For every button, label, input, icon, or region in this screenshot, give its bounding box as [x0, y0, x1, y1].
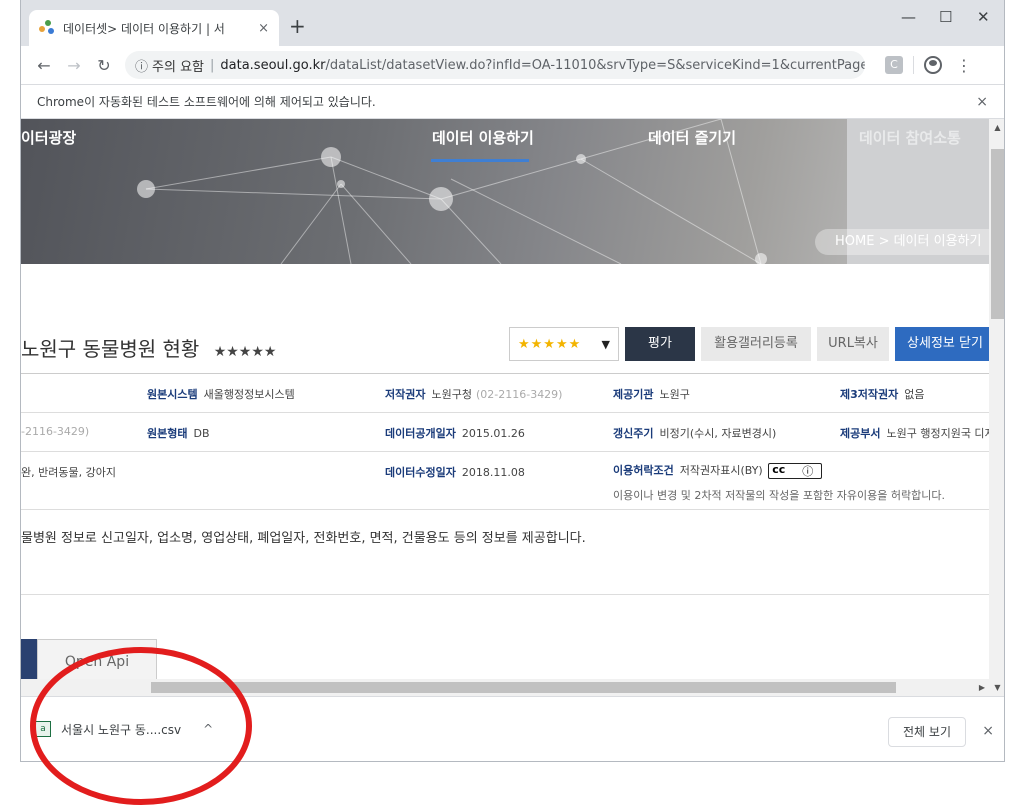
cc-by-license-icon [768, 463, 823, 479]
browser-tab[interactable]: 데이터셋> 데이터 이용하기 | 서 × [29, 10, 279, 46]
rating-select[interactable]: ★★★★★ ▼ [509, 327, 619, 361]
infobar-close-icon[interactable]: × [976, 94, 988, 110]
url-path: /dataList/datasetView.do?infId=OA-11010&… [325, 57, 866, 73]
close-detail-button[interactable]: 상세정보 닫기 [895, 327, 989, 361]
csv-file-icon: a [35, 721, 51, 737]
info-cell-update-cycle: 갱신주기 비정기(수시, 자료변경시) [613, 427, 777, 440]
horizontal-scroll-thumb[interactable] [151, 682, 896, 693]
scroll-right-arrow-icon[interactable]: ▶ [979, 679, 985, 696]
rating-select-value: ★★★★★ [518, 336, 582, 352]
section-divider [21, 594, 989, 595]
scroll-down-arrow-icon[interactable]: ▼ [989, 679, 1004, 696]
url-copy-button[interactable]: URL복사 [817, 327, 889, 361]
gallery-register-button[interactable]: 활용갤러리등록 [701, 327, 811, 361]
dataset-info-table: 원본시스템 새올행정정보시스템 저작권자 노원구청 (02-2116-3429) 제공… [21, 373, 989, 510]
nav-data-participate[interactable]: 데이터 참여소통 [859, 127, 961, 148]
tab-open-api[interactable]: Open Api [37, 639, 157, 684]
dataset-title-row: 노원구 동물병원 현황 ★★★★★ ★★★★★ ▼ 평가 활용갤러리등록 URL… [21, 325, 989, 367]
nav-data-use[interactable]: 데이터 이용하기 [432, 127, 534, 148]
reload-button[interactable]: ↻ [89, 56, 119, 75]
info-cell-third-party: 제3저작권자 없음 [840, 388, 925, 401]
tab-close-icon[interactable]: × [258, 21, 269, 36]
info-icon[interactable]: ⓘ [135, 56, 148, 75]
nav-active-indicator [431, 159, 529, 162]
info-cell-open-date: 데이터공개일자 2015.01.26 [385, 427, 525, 440]
automation-infobar: Chrome이 자동화된 테스트 소프트웨어에 의해 제어되고 있습니다. × [21, 84, 1004, 119]
header-banner: 이터광장 데이터 이용하기 데이터 즐기기 데이터 참여소통 HOME > 데이… [21, 119, 989, 264]
dataset-rating-stars: ★★★★★ [213, 344, 277, 360]
site-favicon-icon [39, 20, 55, 36]
license-description: 이용이나 변경 및 2차적 저작물의 작성을 포함한 자유이용을 허락합니다. [613, 489, 945, 502]
address-bar[interactable]: ⓘ 주의 요함 | data.seoul.go.kr /dataList/dat… [125, 51, 865, 79]
horizontal-scrollbar[interactable]: ▶ [21, 679, 989, 696]
new-tab-button[interactable]: + [289, 14, 306, 38]
breadcrumb: HOME > 데이터 이용하기 [815, 229, 989, 255]
vertical-scrollbar[interactable]: ▲ ▼ [989, 119, 1004, 696]
url-host: data.seoul.go.kr [220, 57, 326, 73]
browser-window: 데이터셋> 데이터 이용하기 | 서 × + — ☐ ✕ ← → ↻ ⓘ 주의 … [20, 0, 1005, 762]
info-cell-source-system: 원본시스템 새올행정정보시스템 [147, 388, 295, 401]
page-viewport: 이터광장 데이터 이용하기 데이터 즐기기 데이터 참여소통 HOME > 데이… [21, 119, 989, 696]
info-cell-keywords: 완, 반려동물, 강아지 [21, 466, 116, 479]
toolbar-divider [913, 56, 914, 74]
info-cell-modified-date: 데이터수정일자 2018.11.08 [385, 466, 525, 479]
infobar-message: Chrome이 자동화된 테스트 소프트웨어에 의해 제어되고 있습니다. [37, 95, 376, 109]
vertical-scroll-thumb[interactable] [991, 149, 1004, 319]
forward-button[interactable]: → [59, 56, 89, 75]
download-shelf: a 서울시 노원구 동....csv ^ 전체 보기 × [21, 696, 1004, 761]
info-cell-phone-fragment: -2116-3429) [21, 425, 90, 438]
minimize-button[interactable]: — [901, 8, 916, 26]
maximize-button[interactable]: ☐ [939, 8, 952, 26]
security-status: 주의 요함 [152, 59, 204, 75]
download-file-name: 서울시 노원구 동....csv [61, 722, 182, 737]
table-row: -2116-3429) 원본형태 DB 데이터공개일자 2015.01.26 갱신주… [21, 413, 989, 452]
site-logo-text[interactable]: 이터광장 [21, 127, 76, 148]
info-cell-provider: 제공기관 노원구 [613, 388, 690, 401]
dataset-description: 물병원 정보로 신고일자, 업소명, 영업상태, 폐업일자, 전화번호, 면적,… [21, 531, 586, 546]
download-item[interactable]: a 서울시 노원구 동....csv ^ [29, 709, 213, 749]
tab-strip: 데이터셋> 데이터 이용하기 | 서 × + — ☐ ✕ [21, 0, 1004, 46]
browser-toolbar: ← → ↻ ⓘ 주의 요함 | data.seoul.go.kr /dataLi… [21, 46, 1004, 84]
evaluate-button[interactable]: 평가 [625, 327, 695, 361]
profile-avatar-icon[interactable] [924, 56, 942, 74]
extension-icon[interactable]: C [885, 56, 903, 74]
info-cell-copyright: 저작권자 노원구청 (02-2116-3429) [385, 388, 563, 401]
info-cell-source-format: 원본형태 DB [147, 427, 210, 440]
download-shelf-close-icon[interactable]: × [982, 723, 994, 739]
dataset-title-text: 노원구 동물병원 현황 [21, 337, 200, 361]
nav-data-enjoy[interactable]: 데이터 즐기기 [648, 127, 736, 148]
tab-title: 데이터셋> 데이터 이용하기 | 서 [63, 21, 225, 36]
back-button[interactable]: ← [29, 56, 59, 75]
table-row: 원본시스템 새올행정정보시스템 저작권자 노원구청 (02-2116-3429) 제공… [21, 374, 989, 413]
chevron-up-icon[interactable]: ^ [203, 722, 213, 736]
close-window-button[interactable]: ✕ [977, 8, 990, 26]
info-cell-license: 이용허락조건저작권자표시(BY) 이용이나 변경 및 2차적 저작물의 작성을 … [613, 462, 945, 503]
table-row: 완, 반려동물, 강아지 데이터수정일자 2018.11.08 이용허락조건 저작권… [21, 452, 989, 510]
page-title: 노원구 동물병원 현황 ★★★★★ [21, 333, 276, 362]
omnibox-separator: | [210, 57, 215, 73]
scroll-up-arrow-icon[interactable]: ▲ [989, 119, 1004, 136]
chevron-down-icon: ▼ [601, 337, 610, 351]
show-all-downloads-button[interactable]: 전체 보기 [888, 717, 966, 747]
browser-menu-icon[interactable]: ⋮ [956, 56, 972, 75]
service-tab-active[interactable] [21, 639, 37, 684]
info-cell-department: 제공부서 노원구 행정지원국 디지 [840, 427, 989, 440]
